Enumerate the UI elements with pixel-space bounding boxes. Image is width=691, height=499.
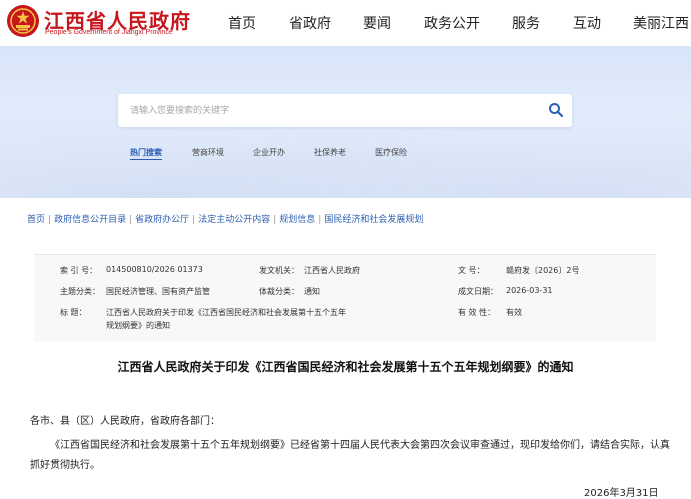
document-salutation: 各市、县（区）人民政府，省政府各部门： xyxy=(30,416,220,427)
nav-item-services[interactable]: 服务 xyxy=(512,13,540,33)
metadata-row: 标 题： 江西省人民政府关于印发《江西省国民经济和社会发展第十五个五年规划纲要》… xyxy=(34,307,656,337)
metadata-row: 主题分类： 国民经济管理、国有资产监管 体裁分类： 通知 成文日期： 2026-… xyxy=(34,286,656,300)
issuer-value: 江西省人民政府 xyxy=(304,266,360,275)
hot-search-item[interactable]: 企业开办 xyxy=(253,147,285,158)
breadcrumb-separator: | xyxy=(129,215,133,225)
search-box xyxy=(118,94,572,127)
form-category-value: 通知 xyxy=(304,287,320,296)
nav-item-beautiful-jiangxi[interactable]: 美丽江西 xyxy=(633,13,689,33)
breadcrumb: 首页 | 政府信息公开目录 | 省政府办公厅 | 法定主动公开内容 | 规划信息 | 国民经济和社会… xyxy=(27,212,423,225)
nav-item-home[interactable]: 首页 xyxy=(228,13,256,33)
nav-item-provincial-government[interactable]: 省政府 xyxy=(289,13,331,33)
validity-value: 有效 xyxy=(506,308,522,317)
written-date-value: 2026-03-31 xyxy=(506,286,553,295)
validity-label: 有 效 性： xyxy=(458,308,496,317)
breadcrumb-separator: | xyxy=(48,215,52,225)
search-icon[interactable] xyxy=(548,102,564,118)
title-label: 标 题： xyxy=(60,308,87,317)
document-sign-date: 2026年3月31日 xyxy=(584,488,659,499)
metadata-row: 索 引 号： 014500810/2026 01373 发文机关： 江西省人民政… xyxy=(34,265,656,279)
document-number-value: 赣府发〔2026〕2号 xyxy=(506,266,580,275)
breadcrumb-catalog[interactable]: 政府信息公开目录 xyxy=(54,215,126,225)
index-number-value: 014500810/2026 01373 xyxy=(106,265,203,274)
main-nav: 首页 省政府 要闻 政务公开 服务 互动 美丽江西 xyxy=(0,13,691,33)
form-category-label: 体裁分类： xyxy=(259,287,299,296)
nav-item-news[interactable]: 要闻 xyxy=(363,13,391,33)
document-title: 江西省人民政府关于印发《江西省国民经济和社会发展第十五个五年规划纲要》的通知 xyxy=(117,360,574,374)
breadcrumb-statutory-content[interactable]: 法定主动公开内容 xyxy=(198,215,270,225)
search-banner: 热门搜索 营商环境 企业开办 社保养老 医疗保险 xyxy=(0,46,691,198)
breadcrumb-current[interactable]: 国民经济和社会发展规划 xyxy=(324,215,423,225)
hot-search-label[interactable]: 热门搜索 xyxy=(130,147,162,160)
breadcrumb-separator: | xyxy=(273,215,277,225)
topic-category-value: 国民经济管理、国有资产监管 xyxy=(106,287,210,296)
breadcrumb-home[interactable]: 首页 xyxy=(27,215,45,225)
index-number-label: 索 引 号： xyxy=(60,266,98,275)
breadcrumb-separator: | xyxy=(318,215,322,225)
topic-category-label: 主题分类： xyxy=(60,287,100,296)
written-date-label: 成文日期： xyxy=(458,287,498,296)
hot-search-item[interactable]: 营商环境 xyxy=(192,147,224,158)
hot-search-item[interactable]: 医疗保险 xyxy=(375,147,407,158)
nav-item-government-affairs[interactable]: 政务公开 xyxy=(424,13,480,33)
document-number-label: 文 号： xyxy=(458,266,485,275)
hot-search-links: 热门搜索 营商环境 企业开办 社保养老 医疗保险 xyxy=(0,147,691,161)
issuer-label: 发文机关： xyxy=(259,266,299,275)
title-value: 江西省人民政府关于印发《江西省国民经济和社会发展第十五个五年规划纲要》的通知 xyxy=(106,308,346,330)
document-metadata: 索 引 号： 014500810/2026 01373 发文机关： 江西省人民政… xyxy=(34,254,656,342)
search-input[interactable] xyxy=(130,102,530,120)
nav-item-interaction[interactable]: 互动 xyxy=(573,13,601,33)
breadcrumb-planning-info[interactable]: 规划信息 xyxy=(279,215,315,225)
breadcrumb-separator: | xyxy=(192,215,196,225)
breadcrumb-general-office[interactable]: 省政府办公厅 xyxy=(135,215,189,225)
document-paragraph: 《江西省国民经济和社会发展第十五个五年规划纲要》已经省第十四届人民代表大会第四次… xyxy=(30,440,670,471)
site-header: 江西省人民政府 People's Government of Jiangxi P… xyxy=(0,0,691,46)
hot-search-item[interactable]: 社保养老 xyxy=(314,147,346,158)
